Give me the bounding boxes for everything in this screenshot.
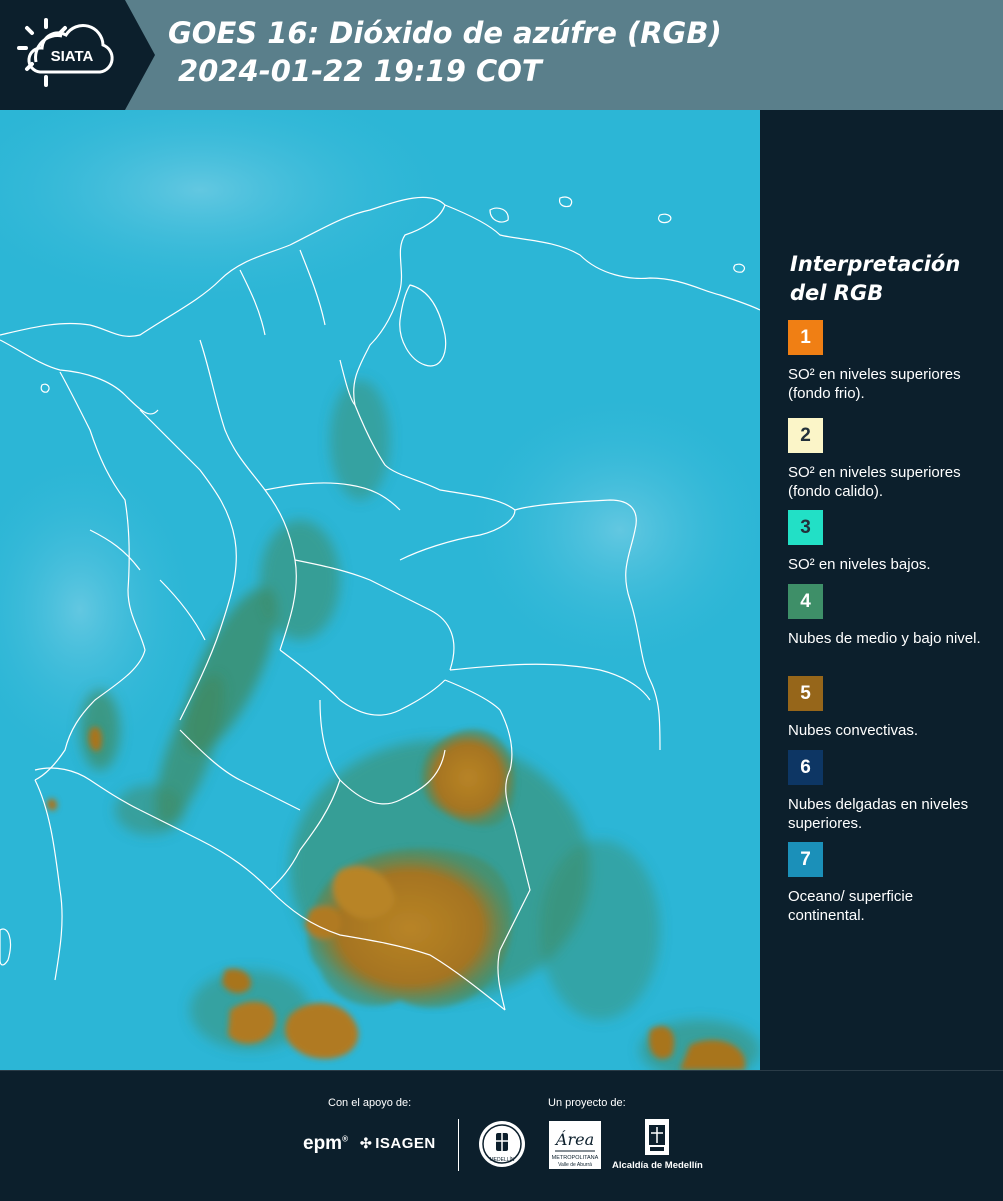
legend-item-1: 1 SO² en niveles superiores (fondo frio)… — [788, 320, 998, 403]
legend-label: Oceano/ superficie continental. — [788, 888, 914, 924]
legend-item-4: 4 Nubes de medio y bajo nivel. — [788, 584, 998, 648]
legend-title: Interpretación del RGB — [790, 252, 961, 305]
page-title: GOES 16: Dióxido de azúfre (RGB) 2024-01… — [168, 14, 722, 90]
legend-swatch: 2 — [788, 418, 823, 453]
svg-text:Área: Área — [554, 1129, 594, 1149]
siata-logo: SIATA — [0, 0, 155, 110]
footer: Con el apoyo de: Un proyecto de: epm® ✣ I… — [0, 1070, 1003, 1201]
svg-text:MEDELLÍN: MEDELLÍN — [489, 1156, 514, 1163]
title-product: GOES 16: Dióxido de azúfre (RGB) — [168, 16, 722, 50]
divider — [458, 1119, 459, 1171]
legend-label: SO² en niveles superiores (fondo frio). — [788, 366, 961, 402]
legend-swatch: 5 — [788, 676, 823, 711]
coat-of-arms-icon — [645, 1119, 669, 1155]
legend-label: Nubes convectivas. — [788, 722, 919, 739]
isagen-logo-text: ISAGEN — [375, 1135, 436, 1152]
legend-item-5: 5 Nubes convectivas. — [788, 676, 998, 740]
alcaldia-label: Alcaldía de Medellín — [612, 1160, 703, 1171]
legend-swatch: 7 — [788, 842, 823, 877]
legend-label: Nubes delgadas en niveles superiores. — [788, 796, 969, 832]
legend-label: SO² en niveles bajos. — [788, 556, 931, 573]
legend-swatch: 6 — [788, 750, 823, 785]
project-label: Un proyecto de: — [548, 1097, 626, 1109]
area-metropolitana-logo: Área METROPOLITANA Valle de Aburrá — [549, 1121, 601, 1169]
svg-text:SIATA: SIATA — [51, 48, 94, 65]
title-datetime: 2024-01-22 19:19 COT — [178, 54, 542, 88]
isagen-logo: ✣ ISAGEN — [360, 1135, 436, 1152]
legend-swatch: 4 — [788, 584, 823, 619]
satellite-map — [0, 110, 760, 1070]
alcaldia-logo: Alcaldía de Medellín — [612, 1117, 703, 1177]
legend-label: SO² en niveles superiores (fondo calido)… — [788, 464, 961, 500]
legend-item-3: 3 SO² en niveles bajos. — [788, 510, 998, 574]
legend-item-7: 7 Oceano/ superficie continental. — [788, 842, 998, 925]
legend-panel: Interpretación del RGB 1 SO² en niveles … — [760, 110, 1003, 1070]
legend-item-6: 6 Nubes delgadas en niveles superiores. — [788, 750, 998, 833]
legend-swatch: 3 — [788, 510, 823, 545]
svg-text:Valle de Aburrá: Valle de Aburrá — [558, 1162, 592, 1168]
support-label: Con el apoyo de: — [328, 1097, 412, 1109]
epm-logo-text: epm — [303, 1133, 343, 1154]
isagen-icon: ✣ — [360, 1135, 373, 1151]
legend-swatch: 1 — [788, 320, 823, 355]
medellin-seal-icon: MEDELLÍN — [477, 1119, 527, 1169]
svg-text:METROPOLITANA: METROPOLITANA — [552, 1155, 599, 1161]
epm-logo: epm® — [303, 1133, 348, 1154]
header-bar: SIATA GOES 16: Dióxido de azúfre (RGB) 2… — [0, 0, 1003, 110]
legend-item-2: 2 SO² en niveles superiores (fondo calid… — [788, 418, 998, 501]
legend-label: Nubes de medio y bajo nivel. — [788, 630, 981, 647]
